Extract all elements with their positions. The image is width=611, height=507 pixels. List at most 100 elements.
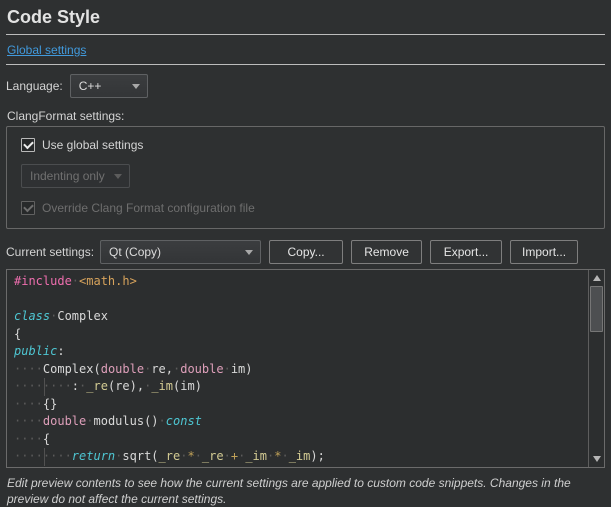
code-line[interactable]: #include·<math.h> — [14, 273, 588, 291]
formatting-mode-combobox[interactable]: Indenting only — [21, 164, 130, 188]
code-token: () — [144, 414, 158, 428]
whitespace-dots: ········ — [14, 449, 72, 463]
code-line[interactable]: { — [14, 326, 588, 344]
code-token: im — [180, 379, 194, 393]
code-token: ( — [151, 449, 158, 463]
arrow-down-icon — [593, 456, 601, 462]
code-token: _re — [86, 379, 108, 393]
whitespace-dots: · — [224, 449, 231, 463]
language-combobox[interactable]: C++ — [70, 74, 148, 98]
chevron-down-icon — [132, 84, 140, 89]
code-token: ( — [93, 362, 100, 376]
clangformat-groupbox: Use global settings Indenting only Overr… — [6, 126, 605, 229]
code-token: ); — [310, 449, 324, 463]
code-preview-text[interactable]: #include·<math.h>class·Complex{public:··… — [7, 270, 588, 467]
current-settings-combobox[interactable]: Qt (Copy) — [100, 240, 261, 264]
whitespace-dots: ···· — [14, 362, 43, 376]
whitespace-dots: · — [159, 414, 166, 428]
remove-button[interactable]: Remove — [351, 240, 422, 264]
code-token: Complex — [57, 309, 108, 323]
separator — [6, 34, 605, 35]
vertical-scrollbar[interactable] — [588, 270, 604, 467]
clangformat-settings-label: ClangFormat settings: — [7, 109, 605, 123]
scroll-down-button[interactable] — [590, 452, 603, 466]
code-token: _re — [159, 449, 181, 463]
use-global-settings-checkbox[interactable]: Use global settings — [21, 138, 590, 152]
copy-button[interactable]: Copy... — [269, 240, 343, 264]
export-button[interactable]: Export... — [430, 240, 502, 264]
indent-guide — [44, 448, 45, 466]
code-line[interactable]: ········:·_re(re),·_im(im) — [14, 378, 588, 396]
whitespace-dots: · — [86, 414, 93, 428]
whitespace-dots: · — [224, 362, 231, 376]
code-token: const — [166, 414, 202, 428]
code-style-settings-page: Code Style Global settings Language: C++… — [0, 0, 611, 507]
current-settings-label: Current settings: — [6, 245, 94, 259]
whitespace-dots: ···· — [14, 432, 43, 446]
code-token: Complex — [43, 362, 94, 376]
code-token: : — [72, 379, 79, 393]
separator — [6, 64, 605, 65]
code-token: modulus — [94, 414, 145, 428]
whitespace-dots: ···· — [14, 414, 43, 428]
code-token: { — [14, 327, 21, 341]
code-token: #include — [14, 274, 72, 288]
page-title: Code Style — [7, 6, 605, 28]
code-token: double — [180, 362, 223, 376]
import-button[interactable]: Import... — [510, 240, 578, 264]
code-token: _im — [245, 449, 267, 463]
language-combobox-value: C++ — [79, 79, 102, 93]
code-token: _im — [151, 379, 173, 393]
code-token: + — [231, 449, 238, 463]
current-settings-value: Qt (Copy) — [109, 245, 161, 259]
code-line[interactable]: ····Complex(double·re,·double·im) — [14, 361, 588, 379]
whitespace-dots: · — [281, 449, 288, 463]
code-token: * — [187, 449, 194, 463]
code-token: public — [14, 344, 57, 358]
code-preview-editor[interactable]: #include·<math.h>class·Complex{public:··… — [6, 269, 605, 468]
code-token: <math.h> — [79, 274, 137, 288]
code-token: ) — [195, 379, 202, 393]
chevron-down-icon — [114, 174, 122, 179]
code-token: re — [151, 362, 165, 376]
code-line[interactable]: ········return·sqrt(_re·*·_re·+·_im·*·_i… — [14, 448, 588, 466]
code-line[interactable]: ····double·modulus()·const — [14, 413, 588, 431]
code-line[interactable]: class·Complex — [14, 308, 588, 326]
scrollbar-thumb[interactable] — [590, 286, 603, 332]
code-line[interactable] — [14, 291, 588, 309]
checkbox-checked-icon — [21, 138, 35, 152]
code-line[interactable]: public: — [14, 343, 588, 361]
code-token: ) — [245, 362, 252, 376]
code-line[interactable]: ····{ — [14, 431, 588, 449]
checkbox-checked-icon — [21, 201, 35, 215]
use-global-settings-label: Use global settings — [42, 138, 143, 152]
code-token: : — [57, 344, 64, 358]
whitespace-dots: ···· — [14, 397, 43, 411]
formatting-mode-value: Indenting only — [30, 169, 105, 183]
code-line[interactable]: ····{} — [14, 396, 588, 414]
code-token: re — [115, 379, 129, 393]
current-settings-row: Current settings: Qt (Copy) Copy... Remo… — [6, 240, 605, 264]
code-token: _re — [202, 449, 224, 463]
code-token: _im — [289, 449, 311, 463]
code-token: { — [43, 432, 50, 446]
override-clangformat-label: Override Clang Format configuration file — [42, 201, 255, 215]
override-clangformat-checkbox[interactable]: Override Clang Format configuration file — [21, 201, 590, 215]
language-label: Language: — [6, 79, 63, 93]
whitespace-dots: · — [72, 274, 79, 288]
whitespace-dots: ········ — [14, 379, 72, 393]
code-token: sqrt — [122, 449, 151, 463]
scroll-up-button[interactable] — [590, 271, 603, 285]
code-token: im — [231, 362, 245, 376]
arrow-up-icon — [593, 275, 601, 281]
language-row: Language: C++ — [6, 74, 605, 98]
indent-guide — [44, 378, 45, 396]
footer-note: Edit preview contents to see how the cur… — [7, 475, 604, 507]
code-token: ), — [130, 379, 144, 393]
whitespace-dots: · — [195, 449, 202, 463]
global-settings-link[interactable]: Global settings — [7, 43, 86, 57]
code-token: double — [101, 362, 144, 376]
chevron-down-icon — [245, 250, 253, 255]
code-token: {} — [43, 397, 57, 411]
code-token: , — [166, 362, 173, 376]
